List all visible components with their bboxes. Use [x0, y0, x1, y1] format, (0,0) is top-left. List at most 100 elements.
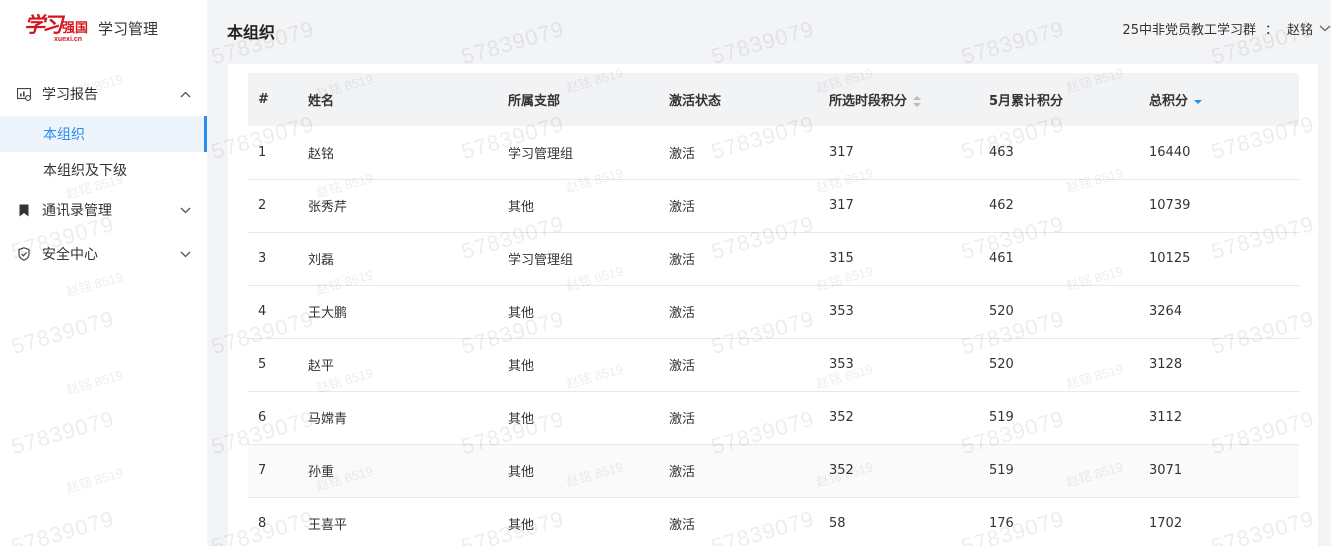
cell-period-score: 317: [819, 126, 979, 180]
cell-month-score: 520: [979, 285, 1139, 339]
cell-index: 5: [248, 338, 298, 392]
table-row[interactable]: 8 王喜平 其他 激活 58 176 1702: [248, 497, 1299, 546]
cell-month-score: 519: [979, 391, 1139, 445]
cell-total-score: 3264: [1139, 285, 1299, 339]
table-row[interactable]: 6 马嫦青 其他 激活 352 519 3112: [248, 391, 1299, 445]
cell-period-score: 352: [819, 444, 979, 498]
cell-name: 赵平: [298, 338, 498, 392]
sidebar-item-security[interactable]: 安全中心: [0, 232, 207, 276]
logo-url: xuexi.cn: [54, 35, 83, 43]
cell-name: 刘磊: [298, 232, 498, 286]
cell-status: 激活: [659, 285, 819, 339]
cell-name: 赵铭: [298, 126, 498, 180]
cell-total-score: 10125: [1139, 232, 1299, 286]
cell-branch: 其他: [498, 391, 659, 445]
cell-index: 3: [248, 232, 298, 286]
sidebar-item-contacts[interactable]: 通讯录管理: [0, 188, 207, 232]
cell-month-score: 520: [979, 338, 1139, 392]
cell-branch: 其他: [498, 338, 659, 392]
separator-colon: ：: [1264, 23, 1278, 38]
cell-month-score: 461: [979, 232, 1139, 286]
cell-total-score: 3112: [1139, 391, 1299, 445]
member-score-table: # 姓名 所属支部 激活状态 所选时段积分 5月累计积分 总积分 1 赵铭 学习管理…: [248, 73, 1299, 546]
table-row[interactable]: 4 王大鹏 其他 激活 353 520 3264: [248, 285, 1299, 339]
cell-month-score: 176: [979, 497, 1139, 546]
cell-total-score: 3071: [1139, 444, 1299, 498]
cell-branch: 其他: [498, 285, 659, 339]
sidebar-item-study-report[interactable]: 学习报告: [0, 72, 207, 116]
shield-icon: [17, 247, 31, 261]
cell-status: 激活: [659, 126, 819, 180]
cell-branch: 学习管理组: [498, 126, 659, 180]
sidebar-menu: 学习报告 本组织 本组织及下级 通讯录管理 安全中心: [0, 72, 207, 276]
sidebar-item-label: 通讯录管理: [42, 203, 112, 219]
cell-status: 激活: [659, 391, 819, 445]
column-header-month-score: 5月累计积分: [989, 94, 1064, 109]
column-header-total-score[interactable]: 总积分: [1139, 73, 1299, 126]
sidebar-subitem-this-org[interactable]: 本组织: [0, 116, 207, 152]
sort-descending-icon[interactable]: [1194, 96, 1203, 107]
table-row[interactable]: 7 孙重 其他 激活 352 519 3071: [248, 444, 1299, 498]
sidebar-subitem-label: 本组织: [43, 127, 85, 143]
sidebar-item-label: 安全中心: [42, 247, 98, 263]
sidebar-item-label: 学习报告: [42, 87, 98, 103]
cell-period-score: 315: [819, 232, 979, 286]
user-name: 赵铭: [1286, 23, 1313, 38]
cell-branch: 其他: [498, 179, 659, 233]
cell-month-score: 463: [979, 126, 1139, 180]
cell-status: 激活: [659, 497, 819, 546]
xuexi-logo[interactable]: 学习 强国 xuexi.cn: [24, 14, 88, 43]
study-group-name: 25中非党员教工学习群: [1122, 23, 1256, 38]
cell-branch: 其他: [498, 444, 659, 498]
cell-name: 孙重: [298, 444, 498, 498]
cell-name: 马嫦青: [298, 391, 498, 445]
cell-total-score: 16440: [1139, 126, 1299, 180]
sidebar: 学习 强国 xuexi.cn 学习管理 学习报告 本组织 本组织及下级 通讯录管…: [0, 0, 207, 546]
cell-status: 激活: [659, 232, 819, 286]
cell-name: 张秀芹: [298, 179, 498, 233]
table-row[interactable]: 2 张秀芹 其他 激活 317 462 10739: [248, 179, 1299, 233]
main-card: # 姓名 所属支部 激活状态 所选时段积分 5月累计积分 总积分 1 赵铭 学习管理…: [228, 64, 1318, 546]
cell-status: 激活: [659, 444, 819, 498]
chevron-up-icon: [180, 86, 191, 102]
cell-period-score: 352: [819, 391, 979, 445]
chevron-down-icon: [180, 202, 191, 218]
table-header-row: # 姓名 所属支部 激活状态 所选时段积分 5月累计积分 总积分: [248, 73, 1299, 126]
table-row[interactable]: 3 刘磊 学习管理组 激活 315 461 10125: [248, 232, 1299, 286]
cell-period-score: 353: [819, 285, 979, 339]
cell-status: 激活: [659, 338, 819, 392]
cell-total-score: 10739: [1139, 179, 1299, 233]
cell-name: 王大鹏: [298, 285, 498, 339]
table-row[interactable]: 5 赵平 其他 激活 353 520 3128: [248, 338, 1299, 392]
watermark-code: 57839079: [708, 15, 818, 70]
column-header-name: 姓名: [308, 94, 335, 109]
column-header-branch: 所属支部: [508, 94, 561, 109]
user-menu[interactable]: 25中非党员教工学习群 ： 赵铭: [1122, 19, 1331, 38]
sidebar-subitem-org-and-sub[interactable]: 本组织及下级: [0, 152, 207, 188]
table-row[interactable]: 1 赵铭 学习管理组 激活 317 463 16440: [248, 126, 1299, 180]
cell-index: 4: [248, 285, 298, 339]
chevron-down-icon: [1319, 21, 1331, 36]
watermark-code: 57839079: [458, 15, 568, 70]
cell-total-score: 3128: [1139, 338, 1299, 392]
column-header-status: 激活状态: [669, 94, 722, 109]
logo-script: 学习: [24, 11, 63, 37]
table-body: 1 赵铭 学习管理组 激活 317 463 16440 2 张秀芹 其他 激活 317 462 10739…: [248, 126, 1299, 546]
app-title: 学习管理: [98, 19, 159, 38]
sort-icon[interactable]: [913, 96, 922, 107]
cell-period-score: 317: [819, 179, 979, 233]
bookmark-icon: [17, 203, 31, 217]
cell-index: 7: [248, 444, 298, 498]
column-header-index: #: [258, 92, 269, 107]
column-header-period-score[interactable]: 所选时段积分: [819, 73, 979, 126]
page-title: 本组织: [227, 23, 276, 42]
cell-index: 1: [248, 126, 298, 180]
cell-status: 激活: [659, 179, 819, 233]
cell-name: 王喜平: [298, 497, 498, 546]
report-icon: [17, 87, 31, 101]
watermark-code: 57839079: [958, 15, 1068, 70]
cell-period-score: 353: [819, 338, 979, 392]
cell-total-score: 1702: [1139, 497, 1299, 546]
sidebar-subitem-label: 本组织及下级: [43, 163, 127, 179]
cell-period-score: 58: [819, 497, 979, 546]
